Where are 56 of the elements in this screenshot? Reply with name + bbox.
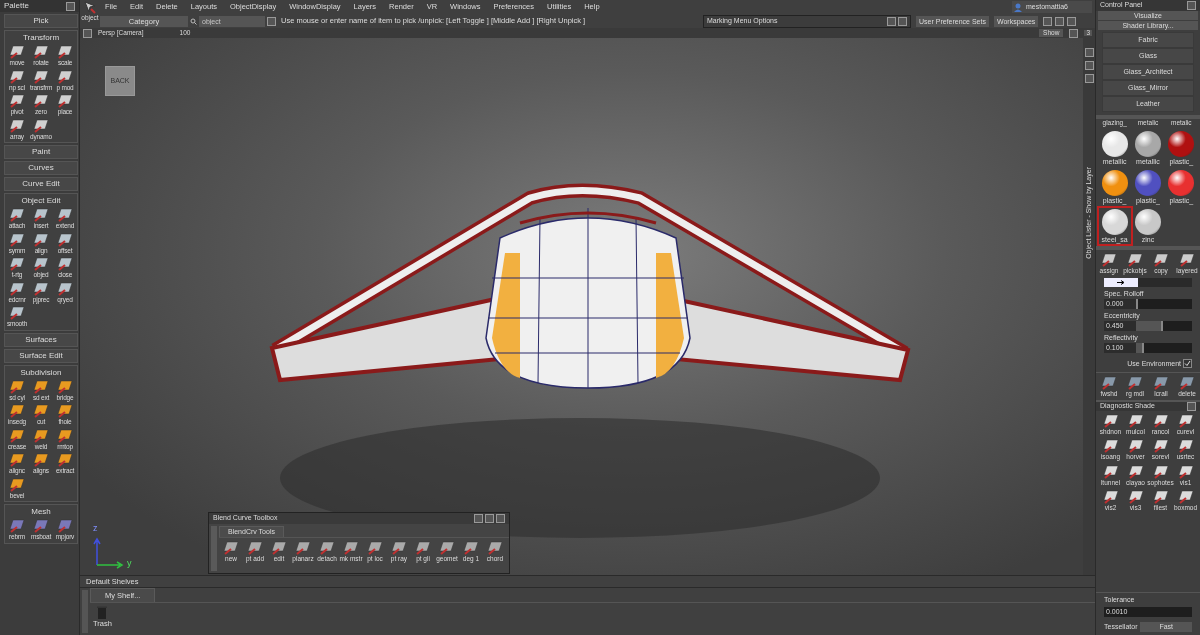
section-header[interactable]: Mesh [5, 505, 77, 519]
axis-label: y [127, 556, 132, 570]
checkbox[interactable] [1183, 359, 1192, 369]
tool-icon [439, 541, 455, 555]
axis-label: z [93, 521, 98, 535]
tool-icon [1177, 490, 1194, 504]
section-header[interactable]: Surface Edit [4, 348, 78, 363]
tool-icon [1102, 439, 1119, 453]
tool-icon [1101, 376, 1117, 390]
section-header[interactable]: Curves [4, 161, 78, 175]
tool-icon [1127, 490, 1144, 504]
tool-icon [1152, 490, 1169, 504]
arrow-icon [1117, 279, 1125, 285]
check-icon [1184, 360, 1191, 368]
tool-icon [1101, 253, 1117, 267]
tool-icon [1127, 253, 1143, 267]
section-header[interactable]: Subdivision [5, 365, 77, 380]
tool-icon [487, 541, 503, 555]
section-header[interactable]: Surfaces [4, 332, 78, 347]
section-header[interactable]: Paint [4, 145, 78, 159]
tool-icon [1177, 439, 1194, 453]
tool-icon [1177, 464, 1194, 479]
tool-icon [343, 541, 359, 555]
tool-icon [247, 541, 263, 555]
tool-icon [463, 541, 479, 555]
trash-icon [97, 606, 108, 619]
tool-icon [1127, 376, 1143, 390]
user-icon [1014, 2, 1022, 12]
tool-icon [391, 541, 407, 555]
search-icon [190, 17, 197, 25]
tool-icon [1127, 464, 1144, 479]
tool-icon [1153, 376, 1169, 390]
tool-icon [223, 541, 239, 555]
tool-icon [1179, 253, 1195, 267]
panel-title: Palette [4, 0, 29, 12]
section-header[interactable]: Curve Edit [4, 177, 78, 191]
tool-icon [1152, 464, 1169, 479]
tool-icon [1153, 253, 1169, 267]
color-swatch[interactable] [1104, 277, 1138, 287]
tool-icon [319, 541, 335, 555]
tool-icon [295, 541, 311, 555]
tool-icon [1177, 413, 1194, 428]
tool-icon [367, 541, 383, 555]
tool-icon [1179, 376, 1195, 390]
tool-icon [1152, 413, 1169, 428]
section-header[interactable]: Pick [4, 14, 78, 28]
section-header[interactable]: Transform [5, 31, 77, 45]
tool-icon [415, 541, 431, 555]
tool-icon [271, 541, 287, 555]
tool-icon [1152, 439, 1169, 453]
section-header[interactable]: Object Edit [5, 194, 77, 208]
tool-icon [1102, 413, 1119, 428]
tool-icon [1127, 413, 1144, 428]
tool-icon [1127, 439, 1144, 453]
tool-icon [1102, 464, 1119, 479]
tool-icon [1102, 490, 1119, 504]
